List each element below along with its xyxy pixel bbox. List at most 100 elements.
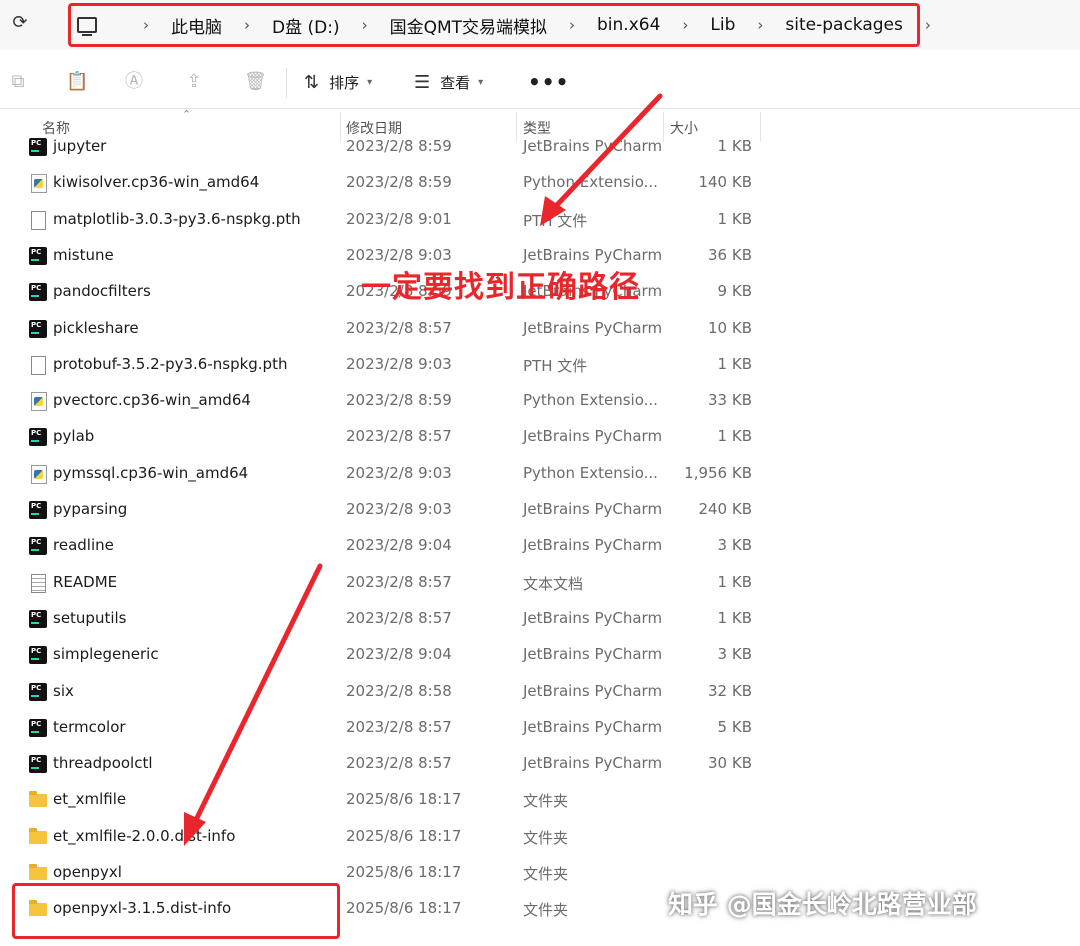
pycharm-file-icon — [29, 501, 47, 519]
text-document-icon — [31, 573, 46, 593]
file-type: JetBrains PyCharm — [523, 645, 663, 664]
file-name: et_xmlfile — [53, 790, 127, 809]
file-row[interactable]: six 2023/2/8 8:58 JetBrains PyCharm 32 KB — [0, 674, 780, 710]
breadcrumb-item[interactable]: site-packages — [785, 15, 902, 35]
pycharm-file-icon — [29, 537, 47, 556]
file-row[interactable]: simplegeneric 2023/2/8 9:04 JetBrains PyCh… — [0, 637, 780, 673]
file-row[interactable]: termcolor 2023/2/8 8:57 JetBrains PyCharm 5… — [0, 710, 780, 746]
pycharm-file-icon — [29, 428, 47, 447]
file-date: 2025/8/6 18:17 — [346, 790, 462, 809]
file-name: protobuf-3.5.2-py3.6-nspkg.pth — [53, 354, 288, 373]
file-row[interactable]: README 2023/2/8 8:57 文本文档 1 KB — [0, 565, 780, 601]
file-name: pymssql.cp36-win_amd64 — [53, 463, 249, 482]
file-name: et_xmlfile-2.0.0.dist-info — [53, 826, 236, 845]
file-row[interactable]: protobuf-3.5.2-py3.6-nspkg.pth 2023/2/8 9… — [0, 347, 780, 383]
file-row[interactable]: pymssql.cp36-win_amd64 2023/2/8 9:03 Pytho… — [0, 456, 780, 492]
breadcrumb[interactable]: › 此电脑 › D盘 (D:) › 国金QMT交易端模拟 › bin.x64 › Lib › site… — [68, 3, 931, 47]
file-date: 2023/2/8 8:57 — [346, 608, 452, 627]
file-date: 2023/2/8 9:03 — [346, 500, 452, 518]
copy-icon[interactable]: ⧉ — [8, 71, 28, 93]
file-size: 1 KB — [717, 427, 752, 446]
chevron-right-icon[interactable]: › — [569, 16, 575, 34]
file-type: JetBrains PyCharm — [523, 717, 663, 736]
rename-icon[interactable]: Ⓐ — [124, 71, 144, 93]
file-row[interactable]: threadpoolctl 2023/2/8 8:57 JetBrains PyCh… — [0, 746, 780, 782]
pycharm-file-icon — [29, 646, 47, 665]
more-options-button[interactable]: ••• — [528, 70, 569, 94]
chevron-down-icon: ▾ — [367, 76, 373, 88]
file-name: kiwisolver.cp36-win_amd64 — [53, 173, 260, 192]
file-size: 3 KB — [717, 645, 752, 664]
file-date: 2023/2/8 8:59 — [346, 137, 452, 155]
pycharm-file-icon — [29, 609, 47, 628]
folder-icon — [29, 864, 47, 880]
file-date: 2023/2/8 8:57 — [346, 318, 452, 337]
chevron-right-icon[interactable]: › — [143, 16, 149, 34]
folder-icon — [29, 827, 47, 844]
sort-icon: ⇅ — [304, 71, 320, 93]
file-row[interactable]: setuputils 2023/2/8 8:57 JetBrains PyCharm… — [0, 601, 780, 637]
file-name: pyparsing — [53, 500, 128, 518]
highlight-box — [12, 883, 340, 939]
sort-button[interactable]: ⇅ 排序 ▾ — [304, 70, 372, 94]
file-date: 2023/2/8 8:59 — [346, 173, 452, 192]
file-row[interactable]: et_xmlfile 2025/8/6 18:17 文件夹 — [0, 782, 780, 818]
file-size: 32 KB — [708, 681, 752, 700]
annotation-text: 一定要找到正确路径 — [361, 270, 640, 305]
file-name: threadpoolctl — [53, 754, 153, 773]
view-label: 查看 — [440, 73, 471, 92]
breadcrumb-item[interactable]: 此电脑 — [171, 13, 222, 38]
file-name: README — [53, 572, 118, 591]
file-name: simplegeneric — [53, 645, 159, 664]
file-row[interactable]: readline 2023/2/8 9:04 JetBrains PyCharm 3 … — [0, 528, 780, 564]
view-button[interactable]: ☰ 查看 ▾ — [414, 70, 483, 94]
chevron-right-icon[interactable]: › — [757, 16, 763, 34]
file-date: 2023/2/8 8:58 — [346, 681, 452, 700]
file-row[interactable]: pylab 2023/2/8 8:57 JetBrains PyCharm 1 KB — [0, 419, 780, 455]
file-row[interactable]: matplotlib-3.0.3-py3.6-nspkg.pth 2023/2/8… — [0, 202, 780, 238]
file-name: openpyxl — [53, 863, 122, 881]
file-row[interactable]: pyparsing 2023/2/8 9:03 JetBrains PyCharm 2… — [0, 492, 780, 528]
file-list: jupyter 2023/2/8 8:59 JetBrains PyCharm 1 K… — [0, 128, 1080, 946]
folder-icon — [29, 791, 47, 808]
file-type: Python Extensio... — [523, 391, 658, 410]
file-row[interactable]: pickleshare 2023/2/8 8:57 JetBrains PyChar… — [0, 311, 780, 347]
file-type: JetBrains PyCharm — [523, 754, 663, 773]
paste-icon[interactable]: 📋 — [66, 71, 88, 93]
refresh-icon[interactable]: ⟳ — [10, 11, 30, 35]
share-icon[interactable]: ⇪ — [184, 71, 204, 93]
file-icon — [31, 210, 46, 230]
file-type: 文件夹 — [523, 865, 569, 883]
file-name: six — [53, 681, 74, 700]
file-size: 1 KB — [717, 608, 752, 627]
file-type: 文件夹 — [523, 792, 569, 811]
breadcrumb-item[interactable]: Lib — [710, 15, 735, 35]
chevron-right-icon[interactable]: › — [362, 16, 368, 34]
chevron-right-icon[interactable]: › — [682, 16, 688, 34]
file-row[interactable]: pvectorc.cp36-win_amd64 2023/2/8 8:59 Pyth… — [0, 383, 780, 419]
breadcrumb-item[interactable]: bin.x64 — [597, 15, 660, 35]
watermark: 知乎 @国金长岭北路营业部 — [668, 890, 977, 919]
file-row[interactable]: et_xmlfile-2.0.0.dist-info 2025/8/6 18:17… — [0, 819, 780, 855]
delete-icon[interactable]: 🗑 — [244, 71, 267, 93]
file-row[interactable]: jupyter 2023/2/8 8:59 JetBrains PyCharm 1 K… — [0, 129, 780, 165]
pycharm-file-icon — [29, 755, 47, 774]
command-bar: ⧉ 📋 Ⓐ ⇪ 🗑 ⇅ 排序 ▾ ☰ 查看 ▾ ••• — [0, 58, 1080, 109]
breadcrumb-item[interactable]: 国金QMT交易端模拟 — [390, 13, 547, 38]
chevron-right-icon[interactable]: › — [925, 16, 931, 34]
breadcrumb-item[interactable]: D盘 (D:) — [272, 13, 340, 38]
file-size: 5 KB — [717, 717, 752, 736]
file-type: JetBrains PyCharm — [523, 137, 663, 155]
sort-ascending-icon: ⌃ — [182, 108, 192, 121]
file-size: 10 KB — [708, 318, 752, 337]
chevron-right-icon[interactable]: › — [244, 16, 250, 34]
file-date: 2025/8/6 18:17 — [346, 899, 462, 918]
breadcrumb-path[interactable]: › 此电脑 › D盘 (D:) › 国金QMT交易端模拟 › bin.x64 › Lib › site… — [77, 6, 953, 44]
file-date: 2023/2/8 9:04 — [346, 536, 452, 555]
python-extension-icon — [31, 392, 47, 412]
file-type: Python Extensio... — [523, 463, 658, 482]
address-bar: ⟳ › 此电脑 › D盘 (D:) › 国金QMT交易端模拟 › bin.x64 › Lib › si… — [0, 0, 1080, 50]
file-row[interactable]: kiwisolver.cp36-win_amd64 2023/2/8 8:59 Py… — [0, 165, 780, 201]
file-size: 33 KB — [708, 391, 752, 410]
file-type: JetBrains PyCharm — [523, 318, 663, 337]
